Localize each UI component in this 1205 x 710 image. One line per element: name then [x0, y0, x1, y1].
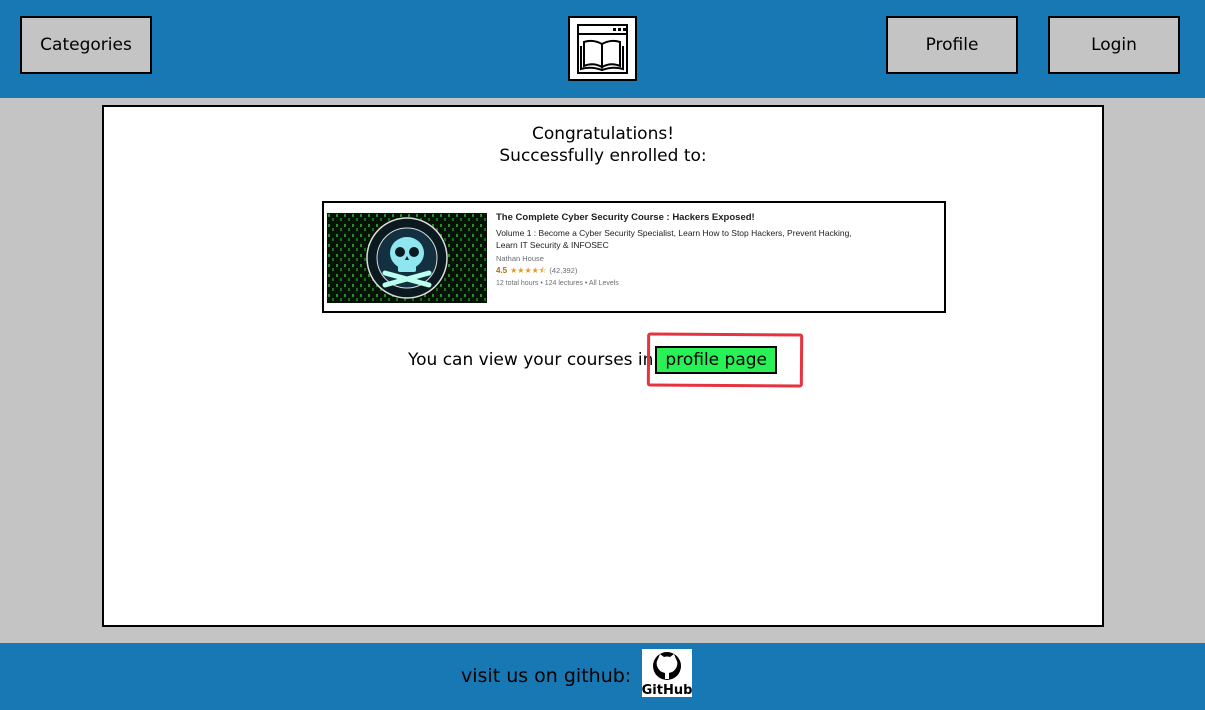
course-subtitle-line: Volume 1 : Become a Cyber Security Speci…	[496, 228, 852, 238]
course-author: Nathan House	[496, 254, 544, 263]
footer-text: visit us on github:	[461, 665, 632, 687]
course-subtitle: Volume 1 : Become a Cyber Security Speci…	[496, 227, 916, 251]
course-card[interactable]: The Complete Cyber Security Course : Hac…	[322, 201, 946, 313]
login-button[interactable]: Login	[1048, 16, 1180, 74]
course-meta: 12 total hours • 124 lectures • All Leve…	[496, 280, 619, 287]
view-courses-line: You can view your courses in profile pag…	[408, 345, 777, 375]
congrats-heading: Congratulations!	[531, 124, 675, 144]
enrollment-panel: Congratulations! Successfully enrolled t…	[102, 105, 1104, 627]
footer-bar: visit us on github: GitHub	[0, 643, 1205, 710]
book-icon	[577, 23, 628, 74]
rating-count: (42,392)	[549, 266, 578, 275]
course-info: The Complete Cyber Security Course : Hac…	[496, 212, 916, 289]
rating-value: 4.5	[496, 266, 508, 275]
star-rating-icon: ★★★★⯪	[510, 266, 547, 275]
view-courses-text: You can view your courses in	[408, 350, 654, 370]
github-label: GitHub	[642, 683, 692, 697]
profile-button[interactable]: Profile	[886, 16, 1018, 74]
skull-crossbones-icon	[327, 213, 487, 303]
rating-row: 4.5 ★★★★⯪ (42,392)	[496, 266, 916, 276]
github-icon: GitHub	[642, 652, 692, 698]
categories-button[interactable]: Categories	[20, 16, 152, 74]
congratulations-message: Congratulations! Successfully enrolled t…	[104, 123, 1102, 167]
enrolled-subheading: Successfully enrolled to:	[499, 146, 707, 166]
logo[interactable]	[568, 16, 637, 81]
header-bar: Categories Profile Login	[0, 0, 1205, 98]
course-title: The Complete Cyber Security Course : Hac…	[496, 212, 755, 223]
course-thumbnail	[327, 213, 487, 303]
profile-page-button[interactable]: profile page	[655, 346, 777, 374]
github-link[interactable]: GitHub	[642, 649, 692, 698]
course-subtitle-line: Learn IT Security & INFOSEC	[496, 240, 609, 250]
